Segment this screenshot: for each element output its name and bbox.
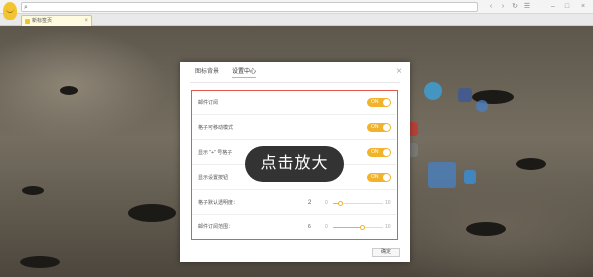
rock-shape (466, 222, 506, 236)
maximize-button[interactable]: □ (562, 2, 572, 12)
toggle-state: ON (371, 99, 379, 105)
address-bar[interactable]: ⌕ (21, 2, 478, 12)
forward-button[interactable]: › (498, 2, 508, 12)
slider-value: 2 (308, 200, 312, 206)
menu-icon[interactable]: ☰ (522, 2, 532, 12)
refresh-icon[interactable]: ↻ (510, 2, 520, 12)
back-button[interactable]: ‹ (486, 2, 496, 12)
browser-toolbar: ⌕ ‹ › ↻ ☰ – □ × (0, 0, 593, 14)
social-icon[interactable] (476, 100, 488, 112)
rock-shape (20, 256, 60, 268)
toggle-knob (383, 99, 390, 106)
tab-new-tab[interactable]: 新标签页 × (21, 15, 92, 26)
confirm-button[interactable]: 确定 (372, 248, 400, 257)
slider-track[interactable] (333, 225, 383, 230)
tab-settings-center[interactable]: 设置中心 (232, 67, 257, 78)
close-icon[interactable]: × (396, 66, 402, 78)
slider-fill (333, 227, 363, 228)
close-window-button[interactable]: × (578, 2, 588, 12)
slider-max: 10 (385, 224, 391, 230)
tab-strip: 新标签页 × + (0, 14, 593, 38)
slider-min: 0 (325, 224, 328, 230)
tab-close-icon[interactable]: × (84, 17, 88, 25)
setting-label: 格子可移动模式 (198, 125, 234, 131)
rock-shape (516, 158, 546, 170)
setting-label: 邮件订阅 (198, 100, 219, 106)
setting-label: 邮件订阅范围： (198, 224, 234, 230)
toggle-state: ON (371, 174, 379, 180)
app-icon[interactable] (428, 162, 456, 188)
click-to-zoom-badge[interactable]: 点击放大 (245, 146, 344, 182)
toggle-knob (383, 149, 390, 156)
slider-max: 10 (385, 200, 391, 206)
tab-title: 新标签页 (32, 18, 53, 24)
settings-row: 格子默认透明度： 2 0 10 (192, 191, 396, 215)
favicon-icon (25, 19, 30, 24)
toggle-knob (383, 174, 390, 181)
settings-row: 格子可移动模式 ON (192, 116, 396, 140)
rock-shape (128, 204, 176, 222)
toggle-state: ON (371, 149, 379, 155)
slider-track[interactable] (333, 201, 383, 206)
settings-row: 邮件订阅范围： 6 0 10 (192, 215, 396, 239)
toggle-switch[interactable]: ON (367, 123, 391, 132)
toggle-switch[interactable]: ON (367, 98, 391, 107)
setting-label: 显示 "+" 号格子 (198, 150, 233, 156)
slider-value: 6 (308, 224, 311, 230)
toggle-state: ON (371, 124, 379, 130)
minimize-button[interactable]: – (548, 2, 558, 12)
app-icon[interactable] (464, 170, 476, 184)
rock-shape (60, 86, 78, 95)
settings-row: 邮件订阅 ON (192, 91, 396, 115)
search-icon: ⌕ (24, 4, 28, 11)
slider-thumb[interactable] (360, 225, 365, 230)
toggle-switch[interactable]: ON (367, 173, 391, 182)
tab-icon-background[interactable]: 图标背景 (195, 67, 219, 77)
twitter-icon[interactable] (424, 82, 442, 100)
divider (190, 82, 400, 83)
facebook-icon[interactable] (458, 88, 472, 102)
toggle-switch[interactable]: ON (367, 148, 391, 157)
toggle-knob (383, 124, 390, 131)
browser-logo-icon (3, 2, 17, 20)
slider-min: 0 (325, 200, 328, 206)
slider-thumb[interactable] (337, 201, 343, 206)
setting-label: 显示设置按钮 (198, 175, 229, 181)
setting-label: 格子默认透明度： (198, 200, 239, 206)
rock-shape (22, 186, 44, 195)
